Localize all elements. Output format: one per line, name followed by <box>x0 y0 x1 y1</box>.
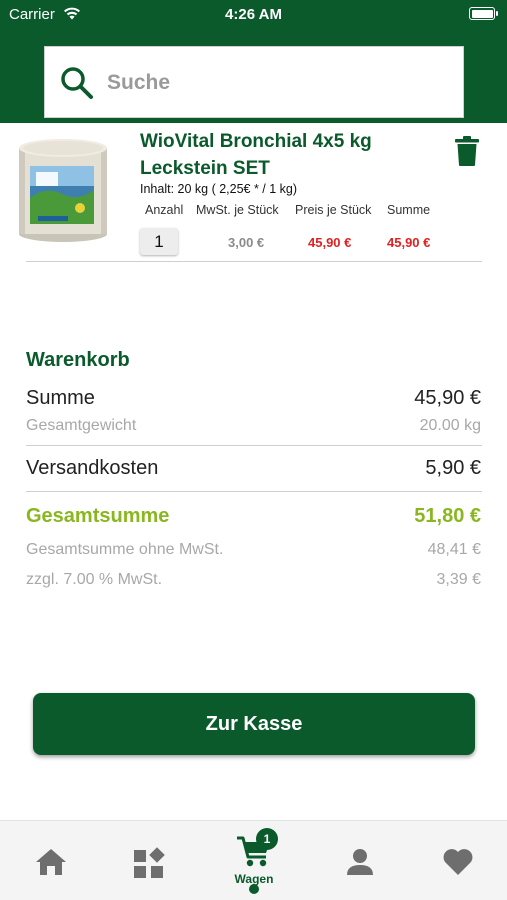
column-header-sum: Summe <box>387 203 431 217</box>
column-header-vat: MwSt. je Stück <box>196 203 279 217</box>
divider <box>26 261 482 262</box>
divider <box>26 445 482 446</box>
categories-icon <box>134 847 165 878</box>
shipping-label: Versandkosten <box>26 457 159 479</box>
subtotal-value: 45,90 € <box>414 387 481 409</box>
vat-value: 3,39 € <box>436 571 481 588</box>
battery-icon <box>469 7 498 20</box>
grand-total-label: Gesamtsumme <box>26 505 170 527</box>
search-input[interactable] <box>107 65 447 101</box>
column-header-quantity: Anzahl <box>145 203 184 217</box>
cart-summary-title: Warenkorb <box>26 349 130 371</box>
tab-categories[interactable] <box>109 821 189 900</box>
app-header: Carrier 4:26 AM <box>0 0 507 123</box>
product-image[interactable] <box>16 136 110 244</box>
shipping-value: 5,90 € <box>425 457 481 479</box>
vat-per-item-value: 3,00 € <box>228 235 265 250</box>
price-per-item-value: 45,90 € <box>308 235 352 250</box>
net-total-label: Gesamtsumme ohne MwSt. <box>26 541 224 558</box>
status-time: 4:26 AM <box>225 6 282 23</box>
active-tab-indicator <box>249 884 259 894</box>
grand-total-value: 51,80 € <box>414 505 481 527</box>
product-title[interactable]: WioVital Bronchial 4x5 kg Leckstein SET <box>140 128 440 182</box>
cart-badge: 1 <box>256 828 278 850</box>
tab-home[interactable] <box>11 821 91 900</box>
checkout-button[interactable]: Zur Kasse <box>33 693 475 755</box>
heart-icon <box>443 849 473 875</box>
net-total-value: 48,41 € <box>427 541 481 558</box>
product-content-info: Inhalt: 20 kg ( 2,25€ * / 1 kg) <box>140 182 298 196</box>
trash-icon[interactable] <box>455 136 479 166</box>
person-icon <box>347 849 373 875</box>
item-sum-value: 45,90 € <box>387 235 431 250</box>
total-weight-label: Gesamtgewicht <box>26 417 137 434</box>
search-bar[interactable] <box>44 46 464 118</box>
status-bar: Carrier 4:26 AM <box>0 0 507 30</box>
total-weight-value: 20.00 kg <box>419 417 481 434</box>
product-title-line1: WioVital Bronchial 4x5 kg <box>140 131 372 152</box>
column-header-price: Preis je Stück <box>295 203 372 217</box>
vat-label: zzgl. 7.00 % MwSt. <box>26 571 163 588</box>
subtotal-label: Summe <box>26 387 95 409</box>
quantity-field[interactable]: 1 <box>140 228 178 255</box>
tab-account[interactable] <box>320 821 400 900</box>
search-icon[interactable] <box>59 65 95 101</box>
product-title-line2: Leckstein SET <box>140 158 270 179</box>
home-icon <box>36 849 66 875</box>
divider <box>26 491 482 492</box>
tab-wishlist[interactable] <box>418 821 498 900</box>
